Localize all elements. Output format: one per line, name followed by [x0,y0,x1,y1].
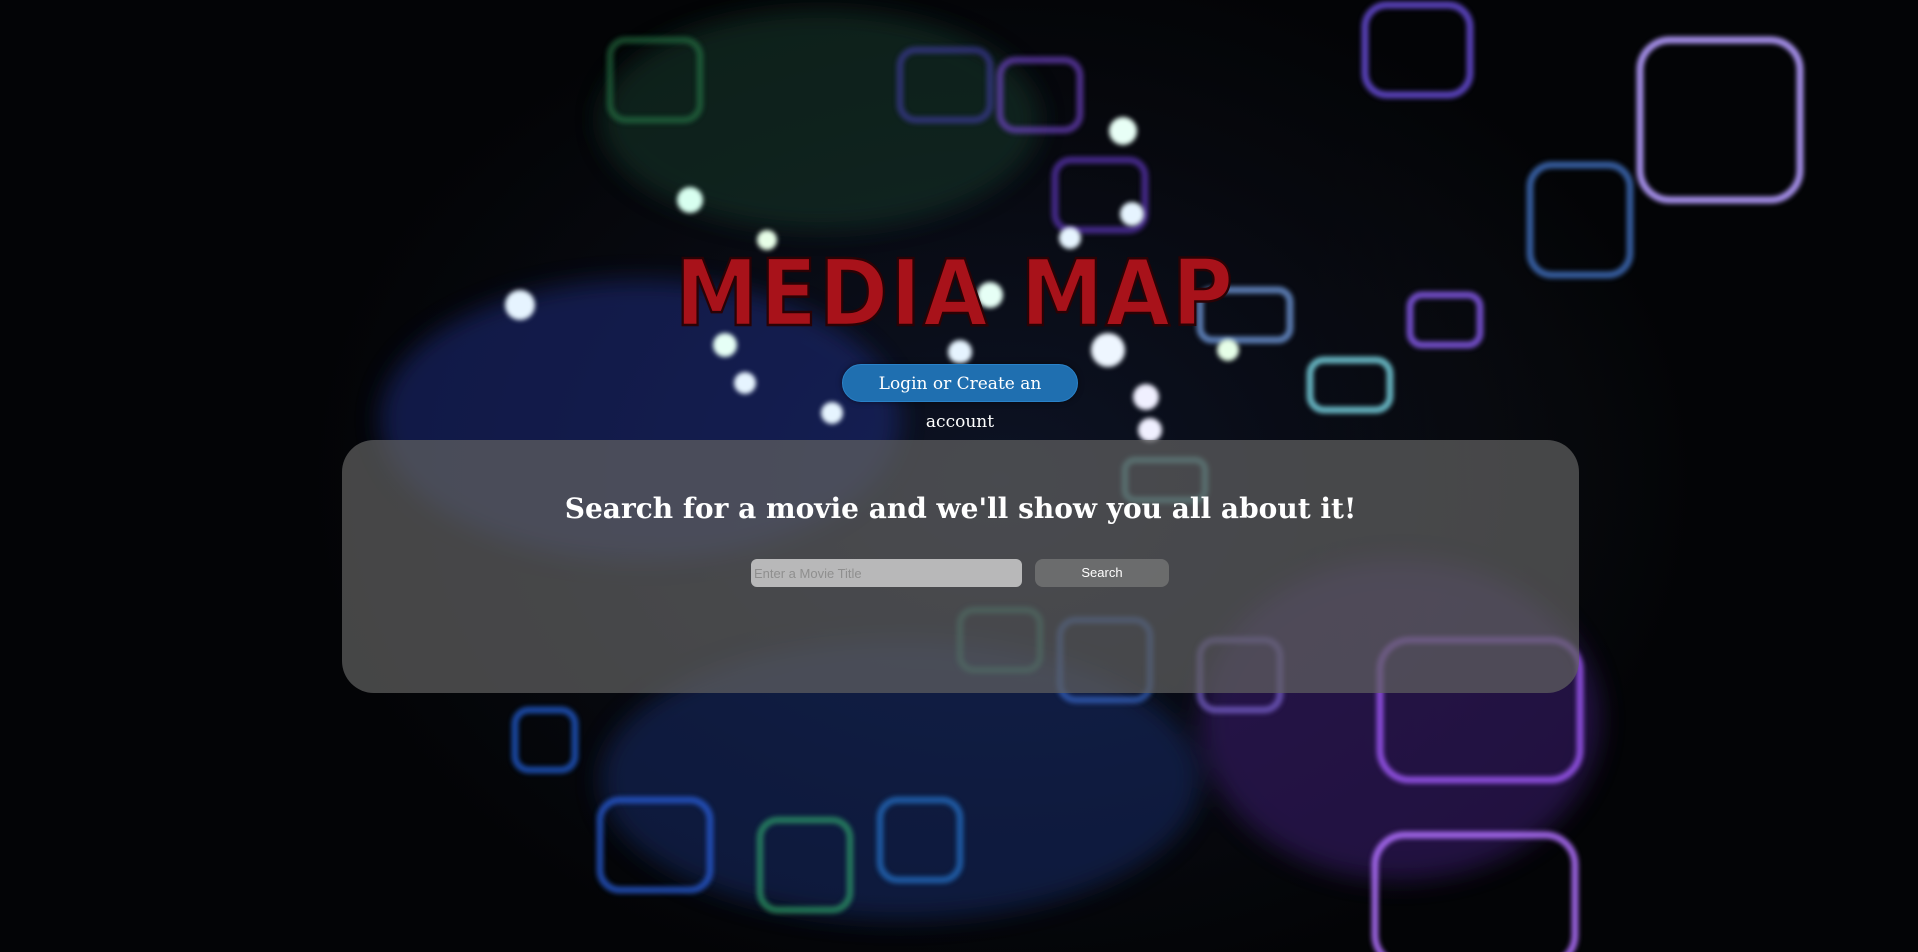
media-map-logo: MEDIA MAP [670,239,1240,349]
logo-text: MEDIA MAP [675,245,1235,335]
movie-title-input[interactable] [751,559,1022,587]
search-panel: Search for a movie and we'll show you al… [342,440,1579,693]
search-heading: Search for a movie and we'll show you al… [564,492,1357,525]
search-button[interactable]: Search [1035,559,1169,587]
login-button[interactable]: Login or Create an account [842,364,1078,432]
